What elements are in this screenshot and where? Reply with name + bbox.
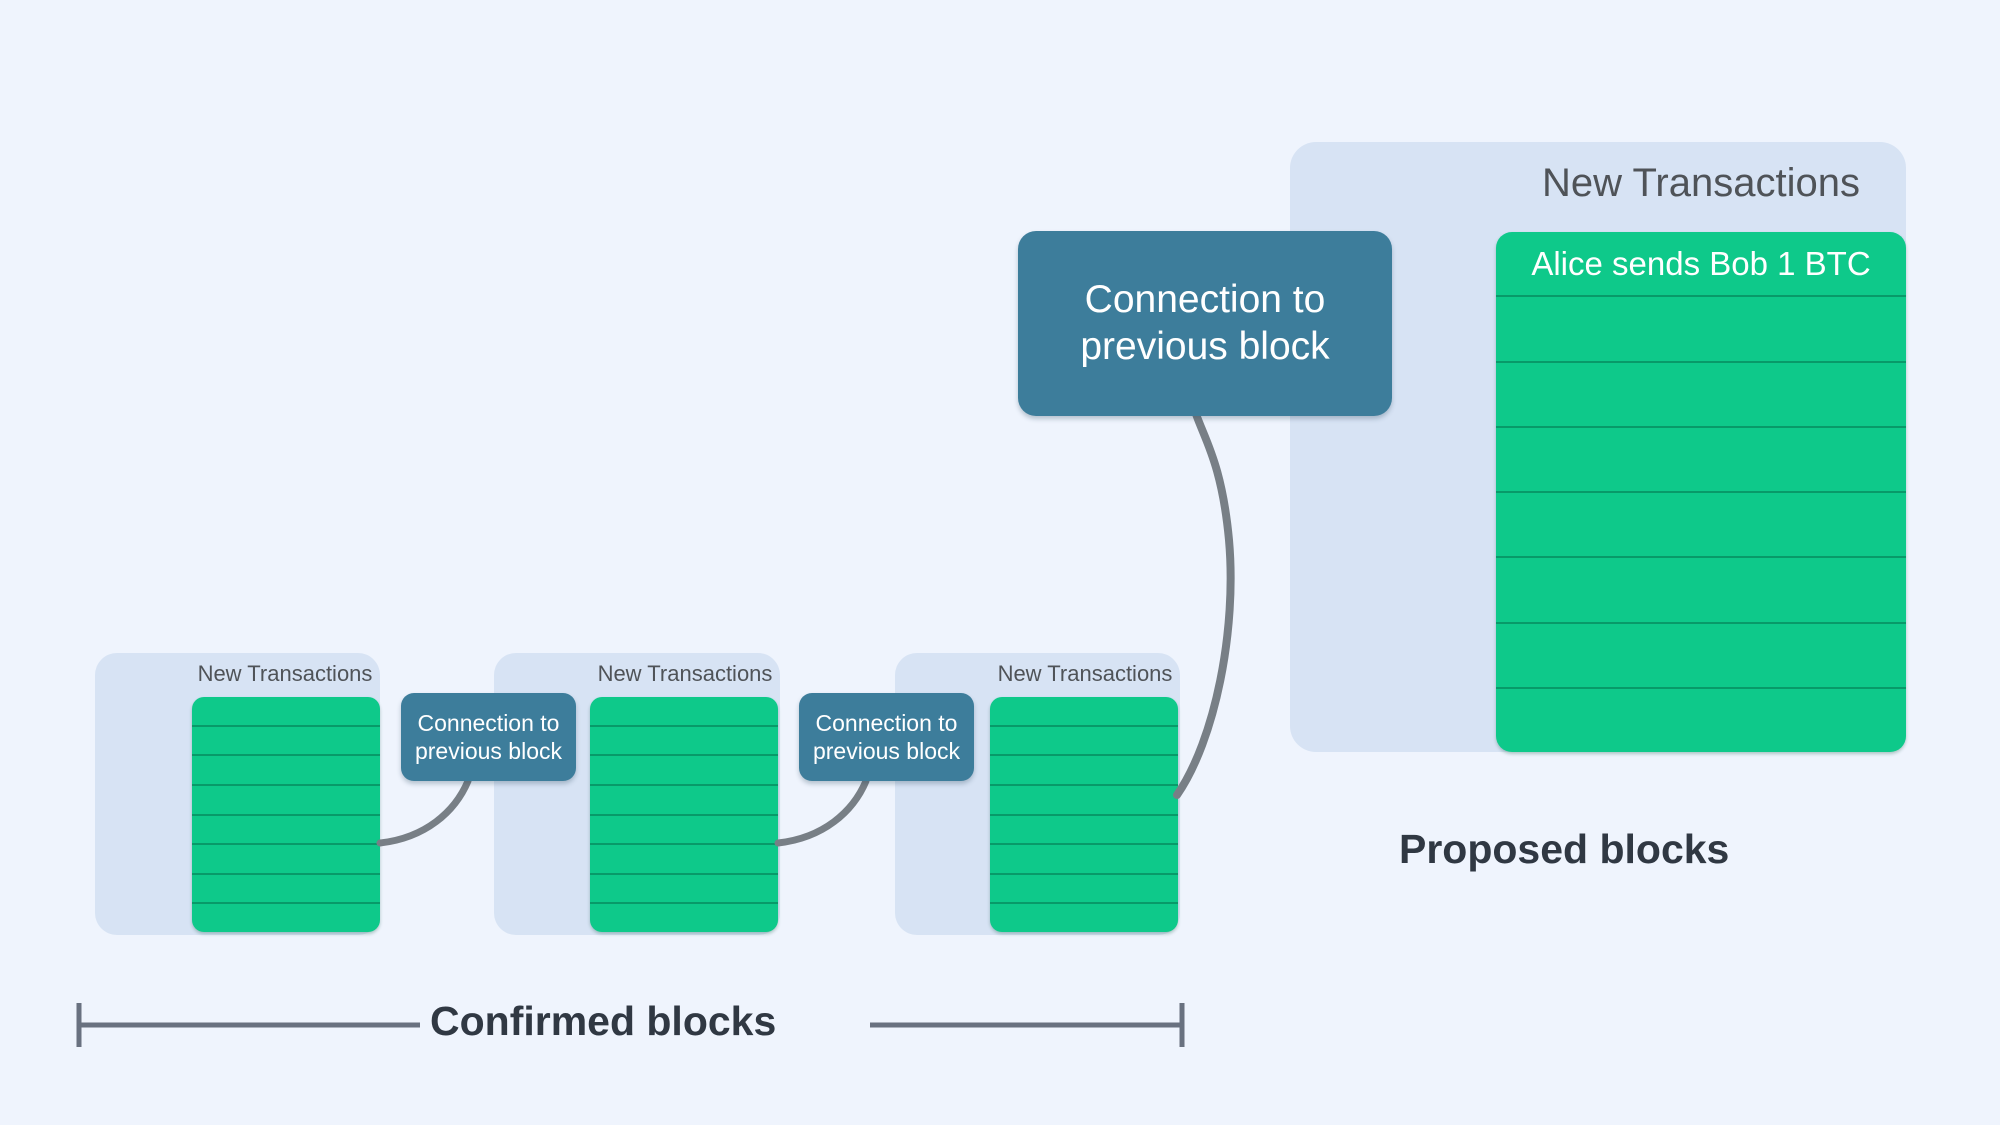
transaction-row: [990, 816, 1178, 846]
transaction-row: [192, 904, 380, 932]
confirmed-block-2-transactions: [590, 697, 778, 932]
transaction-row: [590, 875, 778, 905]
transaction-row: [192, 816, 380, 846]
confirmed-block-3-transactions: [990, 697, 1178, 932]
transaction-row: [1496, 363, 1906, 428]
connector-curve-2: [774, 777, 870, 847]
proposed-block-title: New Transactions: [1542, 161, 1860, 205]
transaction-row: [1496, 297, 1906, 363]
confirmed-block-3-title: New Transactions: [997, 661, 1173, 686]
transaction-row: [192, 786, 380, 816]
transaction-row: [192, 875, 380, 905]
transaction-row: [990, 727, 1178, 757]
transaction-row: [192, 756, 380, 786]
confirmed-blocks-caption: Confirmed blocks: [430, 998, 777, 1044]
transaction-row: [590, 904, 778, 932]
connection-callout-1[interactable]: Connection to previous block: [401, 693, 576, 781]
transaction-row: [990, 845, 1178, 875]
connector-curve-1: [376, 777, 472, 847]
transaction-row: [1496, 428, 1906, 493]
transaction-row: [1496, 689, 1906, 752]
transaction-label: Alice sends Bob 1 BTC: [1531, 244, 1871, 282]
transaction-row: [590, 845, 778, 875]
transaction-row: [590, 697, 778, 727]
blockchain-diagram: New Transactions New Transactions New Tr…: [0, 0, 2000, 1125]
transaction-row: [1496, 558, 1906, 624]
transaction-row: [590, 816, 778, 846]
connection-callout-2[interactable]: Connection to previous block: [799, 693, 974, 781]
transaction-row: [990, 875, 1178, 905]
transaction-row: [990, 697, 1178, 727]
transaction-row: Alice sends Bob 1 BTC: [1496, 232, 1906, 298]
connection-callout-proposed[interactable]: Connection to previous block: [1018, 231, 1392, 416]
transaction-row: [192, 697, 380, 727]
confirmed-block-1-title: New Transactions: [197, 661, 373, 686]
transaction-row: [990, 756, 1178, 786]
transaction-row: [1496, 493, 1906, 559]
transaction-row: [990, 786, 1178, 816]
transaction-row: [192, 845, 380, 875]
proposed-blocks-caption: Proposed blocks: [1399, 826, 1730, 872]
confirmed-block-1-transactions: [192, 697, 380, 932]
connector-curve-3: [1173, 410, 1235, 799]
transaction-row: [590, 786, 778, 816]
transaction-row: [590, 727, 778, 757]
transaction-row: [590, 756, 778, 786]
transaction-row: [192, 727, 380, 757]
transaction-row: [1496, 624, 1906, 689]
proposed-block-transactions: Alice sends Bob 1 BTC: [1496, 232, 1906, 752]
transaction-row: [990, 904, 1178, 932]
confirmed-block-2-title: New Transactions: [597, 661, 773, 686]
